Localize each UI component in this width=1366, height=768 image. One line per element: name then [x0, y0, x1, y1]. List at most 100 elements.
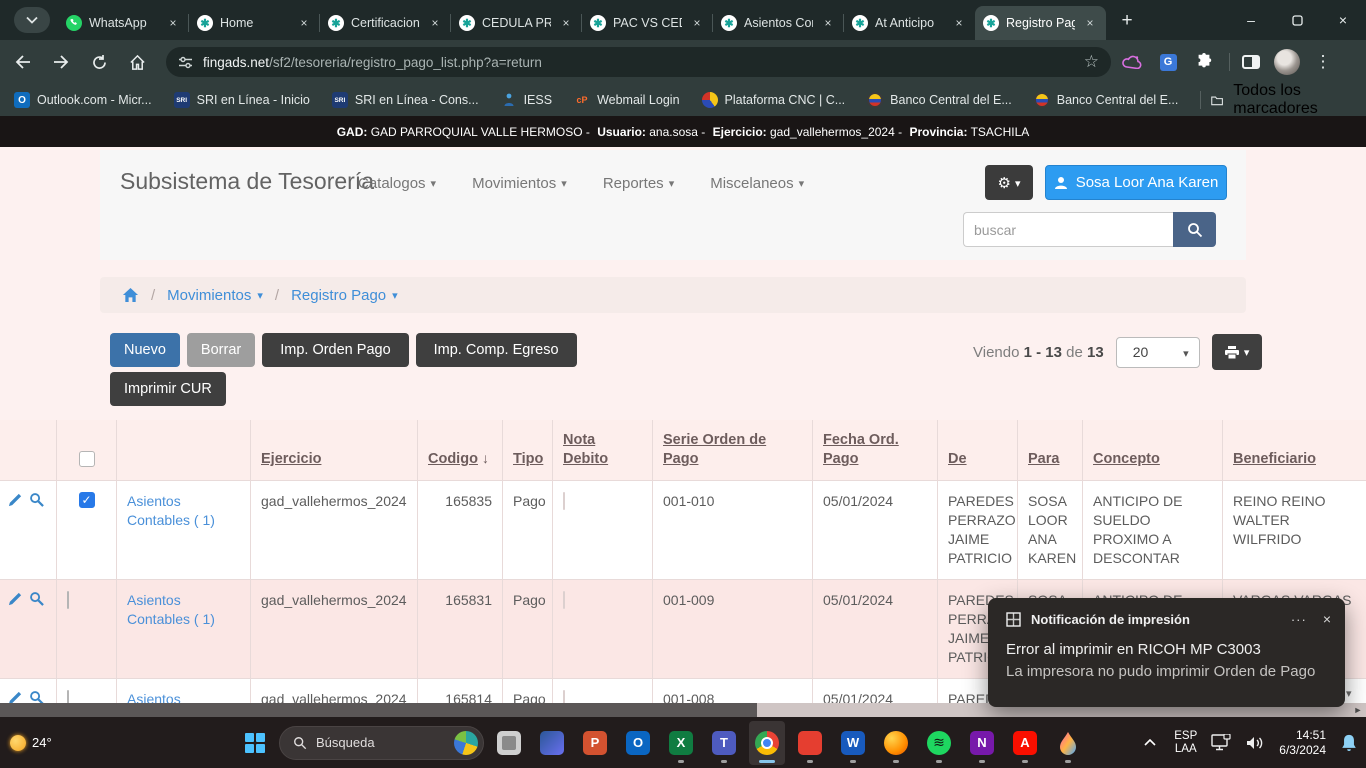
- user-button[interactable]: Sosa Loor Ana Karen: [1045, 165, 1227, 200]
- tab-cedula-pre[interactable]: CEDULA PRE: [451, 6, 582, 40]
- imp-orden-pago-button[interactable]: Imp. Orden Pago: [262, 333, 408, 367]
- back-button[interactable]: [8, 47, 38, 77]
- bookmark-star-icon[interactable]: [1084, 52, 1099, 72]
- header-beneficiario[interactable]: Beneficiario: [1223, 420, 1366, 481]
- header-serie-orden-pago[interactable]: Serie Orden de Pago: [653, 420, 813, 481]
- header-tipo[interactable]: Tipo: [503, 420, 553, 481]
- forward-button[interactable]: [46, 47, 76, 77]
- bookmark-sri-consultas[interactable]: SRISRI en Línea - Cons...: [332, 92, 479, 108]
- edit-icon[interactable]: [8, 690, 23, 703]
- search-input[interactable]: [963, 212, 1173, 247]
- address-bar[interactable]: fingads.net/sf2/tesoreria/registro_pago_…: [166, 47, 1111, 77]
- notification-more-icon[interactable]: [1291, 612, 1307, 627]
- taskbar-app-acrobat[interactable]: A: [1007, 721, 1043, 765]
- bookmark-banco-central-2[interactable]: Banco Central del E...: [1034, 92, 1179, 108]
- borrar-button[interactable]: Borrar: [187, 333, 255, 367]
- start-button[interactable]: [238, 726, 272, 760]
- window-close-button[interactable]: [1320, 0, 1366, 40]
- home-button[interactable]: [122, 47, 152, 77]
- taskbar-app-pdf[interactable]: [792, 721, 828, 765]
- window-maximize-button[interactable]: [1274, 0, 1320, 40]
- bookmark-webmail[interactable]: cPWebmail Login: [574, 92, 679, 108]
- row-checkbox[interactable]: [79, 492, 95, 508]
- edit-icon[interactable]: [8, 591, 23, 606]
- tab-pac-vs-cedula[interactable]: PAC VS CEDU: [582, 6, 713, 40]
- tab-registro-pago[interactable]: Registro Pag: [975, 6, 1106, 40]
- refresh-button[interactable]: [84, 47, 114, 77]
- tab-close-icon[interactable]: [296, 15, 312, 31]
- asientos-contables-link[interactable]: Asientos Contables ( 1): [127, 493, 215, 528]
- home-breadcrumb-icon[interactable]: [122, 287, 139, 303]
- weather-extension-icon[interactable]: [1117, 47, 1147, 77]
- bookmark-cnc[interactable]: Plataforma CNC | C...: [702, 92, 846, 108]
- menu-catalogos[interactable]: Catalogos: [358, 175, 436, 192]
- breadcrumb-movimientos[interactable]: Movimientos: [167, 287, 263, 304]
- tab-close-icon[interactable]: [427, 15, 443, 31]
- tab-asientos-contables[interactable]: Asientos Cor: [713, 6, 844, 40]
- taskbar-app-phone-link[interactable]: [534, 721, 570, 765]
- settings-button[interactable]: [985, 165, 1033, 200]
- extensions-puzzle-icon[interactable]: [1189, 47, 1219, 77]
- language-indicator[interactable]: ESP LAA: [1174, 730, 1197, 756]
- taskbar-app-firefox[interactable]: [878, 721, 914, 765]
- imp-comp-egreso-button[interactable]: Imp. Comp. Egreso: [416, 333, 577, 367]
- tab-home[interactable]: Home: [189, 6, 320, 40]
- scroll-down-arrow-icon[interactable]: [1346, 687, 1352, 700]
- new-tab-button[interactable]: [1112, 6, 1142, 36]
- taskbar-overflow-chevron[interactable]: [1140, 739, 1160, 746]
- tab-close-icon[interactable]: [1082, 15, 1098, 31]
- header-para[interactable]: Para: [1018, 420, 1083, 481]
- view-icon[interactable]: [29, 492, 44, 507]
- network-icon[interactable]: [1211, 734, 1231, 751]
- header-concepto[interactable]: Concepto: [1083, 420, 1223, 481]
- notification-close-icon[interactable]: [1323, 611, 1331, 627]
- browser-menu-icon[interactable]: [1308, 47, 1338, 77]
- menu-miscelaneos[interactable]: Miscelaneos: [710, 175, 804, 192]
- profile-avatar[interactable]: [1272, 47, 1302, 77]
- scrollbar-thumb[interactable]: [0, 703, 757, 717]
- page-size-select[interactable]: 20: [1116, 337, 1200, 368]
- taskbar-search[interactable]: Búsqueda: [279, 726, 484, 760]
- window-minimize-button[interactable]: [1228, 0, 1274, 40]
- imprimir-cur-button[interactable]: Imprimir CUR: [110, 372, 226, 406]
- volume-icon[interactable]: [1245, 735, 1265, 751]
- clock[interactable]: 14:51 6/3/2024: [1279, 728, 1326, 758]
- translate-icon[interactable]: G: [1153, 47, 1183, 77]
- header-ejercicio[interactable]: Ejercicio: [251, 420, 418, 481]
- row-checkbox[interactable]: [67, 690, 69, 703]
- search-button[interactable]: [1173, 212, 1216, 247]
- taskbar-app-teams[interactable]: T: [706, 721, 742, 765]
- taskbar-app-paint[interactable]: [1050, 721, 1086, 765]
- all-bookmarks[interactable]: Todos los marcadores: [1200, 82, 1352, 118]
- header-codigo[interactable]: Codigo: [418, 420, 503, 481]
- bookmark-iess[interactable]: IESS: [501, 92, 553, 108]
- bookmark-banco-central-1[interactable]: Banco Central del E...: [867, 92, 1012, 108]
- taskbar-app-chrome[interactable]: [749, 721, 785, 765]
- tab-certificacion[interactable]: Certificacion: [320, 6, 451, 40]
- breadcrumb-registro-pago[interactable]: Registro Pago: [291, 287, 398, 304]
- asientos-contables-link[interactable]: Asientos Contables ( 1): [127, 592, 215, 627]
- side-panel-icon[interactable]: [1236, 47, 1266, 77]
- row-checkbox[interactable]: [67, 591, 69, 609]
- taskbar-app-word[interactable]: W: [835, 721, 871, 765]
- bookmark-sri-inicio[interactable]: SRISRI en Línea - Inicio: [174, 92, 310, 108]
- nota-debito-checkbox[interactable]: [563, 591, 565, 609]
- taskbar-app-onenote[interactable]: N: [964, 721, 1000, 765]
- taskbar-app-task-view[interactable]: [491, 721, 527, 765]
- taskbar-app-powerpoint[interactable]: P: [577, 721, 613, 765]
- print-dropdown-button[interactable]: [1212, 334, 1262, 370]
- view-icon[interactable]: [29, 690, 44, 703]
- menu-movimientos[interactable]: Movimientos: [472, 175, 567, 192]
- scroll-right-arrow-icon[interactable]: [1351, 703, 1365, 717]
- bookmark-outlook[interactable]: OOutlook.com - Micr...: [14, 92, 152, 108]
- asientos-contables-link[interactable]: Asientos Contables ( 1): [127, 691, 215, 703]
- select-all-checkbox[interactable]: [79, 451, 95, 467]
- nota-debito-checkbox[interactable]: [563, 690, 565, 703]
- taskbar-app-outlook[interactable]: O: [620, 721, 656, 765]
- taskbar-app-excel[interactable]: X: [663, 721, 699, 765]
- nuevo-button[interactable]: Nuevo: [110, 333, 180, 367]
- tab-close-icon[interactable]: [165, 15, 181, 31]
- header-nota-debito[interactable]: Nota Debito: [553, 420, 653, 481]
- taskbar-app-spotify[interactable]: [921, 721, 957, 765]
- tab-close-icon[interactable]: [689, 15, 705, 31]
